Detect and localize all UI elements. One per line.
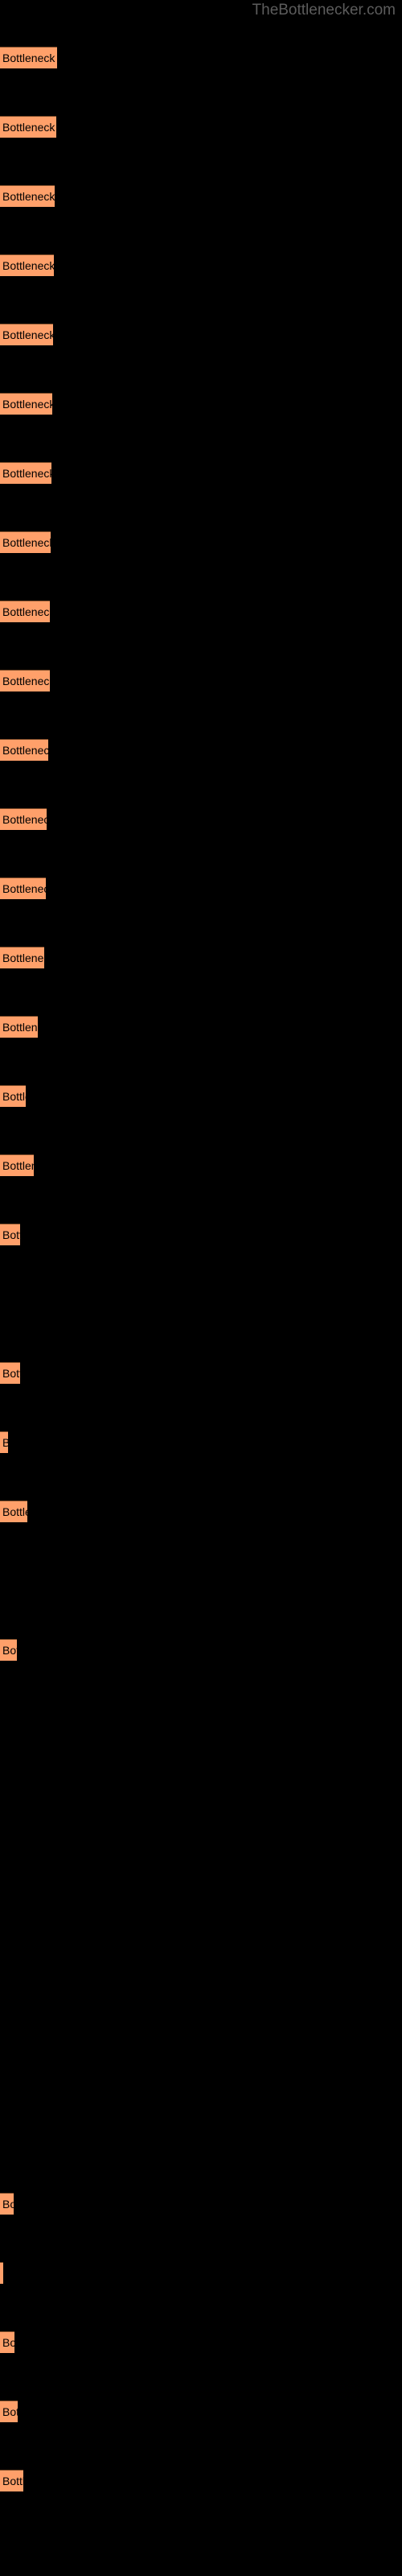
bar-row: Bottleneck result [0, 1154, 34, 1176]
bar-row: Bottleneck result [0, 1431, 8, 1453]
bar-label: Bottleneck result [2, 398, 52, 411]
bar-row: Bottleneck result [0, 670, 50, 691]
bar-segment: Bottleneck result [0, 116, 56, 138]
bar-segment: Bottleneck result [0, 2193, 14, 2215]
bar-segment: Bottleneck result [0, 1085, 26, 1107]
bar-row: Bottleneck result [0, 2401, 18, 2422]
bar-segment: Bottleneck result [0, 324, 53, 345]
bar-row: Bottleneck result [0, 2470, 23, 2491]
bar-label: Bottleneck result [2, 605, 50, 618]
bar-label: Bottleneck result [2, 1432, 8, 1453]
bar-label: Bottleneck result [2, 190, 55, 203]
bar-label: Bottleneck result [2, 1021, 38, 1034]
bar-label: Bottleneck result [2, 675, 50, 687]
bar-row: Bottleneck result [0, 1016, 38, 1038]
bottleneck-bar-chart: TheBottlenecker.com Bottleneck resultBot… [0, 0, 402, 2576]
bar-label: Bottleneck result [2, 1367, 20, 1380]
bar-row: Bottleneck result [0, 531, 51, 553]
bar-row: Bottleneck result [0, 1639, 17, 1661]
bar-row: Bottleneck result [0, 2331, 14, 2353]
bar-segment: Bottleneck result [0, 2331, 14, 2353]
bar-row: Bottleneck result [0, 947, 44, 968]
bar-segment: Bottleneck result [0, 47, 57, 68]
bar-row: Bottleneck result [0, 393, 52, 415]
bar-row: Bottleneck result [0, 2262, 3, 2284]
bar-row: Bottleneck result [0, 1501, 27, 1522]
bar-segment: Bottleneck result [0, 808, 47, 830]
bar-row: Bottleneck result [0, 2193, 14, 2215]
bar-label: Bottleneck result [2, 1090, 26, 1103]
bar-row: Bottleneck result [0, 739, 48, 761]
bar-segment: Bottleneck result [0, 1154, 34, 1176]
bar-segment: Bottleneck result [0, 1501, 27, 1522]
bar-segment: Bottleneck result [0, 462, 51, 484]
bar-row: Bottleneck result [0, 47, 57, 68]
bar-row: Bottleneck result [0, 254, 54, 276]
bar-segment: Bottleneck result [0, 947, 44, 968]
bar-segment: Bottleneck result [0, 1362, 20, 1384]
bar-row: Bottleneck result [0, 116, 56, 138]
bar-label: Bottleneck result [2, 536, 51, 549]
bar-row: Bottleneck result [0, 324, 53, 345]
bar-segment: Bottleneck result [0, 739, 48, 761]
bar-label: Bottleneck result [2, 882, 46, 895]
bar-segment: Bottleneck result [0, 1016, 38, 1038]
bar-label: Bottleneck result [2, 1505, 27, 1518]
bar-row: Bottleneck result [0, 601, 50, 622]
bars-container: Bottleneck result Bottleneck result Bottle… [0, 0, 402, 2576]
bar-row: Bottleneck result [0, 808, 47, 830]
bar-segment: Bottleneck result [0, 670, 50, 691]
bar-segment: Bottleneck result [0, 254, 54, 276]
bar-row: Bottleneck result [0, 1362, 20, 1384]
bar-segment: Bottleneck result [0, 1639, 17, 1661]
bar-label: Bottleneck result [2, 813, 47, 826]
bar-row: Bottleneck result [0, 185, 55, 207]
bar-segment: Bottleneck result [0, 877, 46, 899]
bar-segment: Bottleneck result [0, 393, 52, 415]
bar-segment: Bottleneck result [0, 2470, 23, 2491]
bar-label: Bottleneck result [2, 2263, 3, 2284]
bar-segment: Bottleneck result [0, 601, 50, 622]
bar-label: Bottleneck result [2, 52, 57, 64]
bar-segment: Bottleneck result [0, 2262, 3, 2284]
bar-label: Bottleneck result [2, 2198, 14, 2211]
bar-segment: Bottleneck result [0, 1224, 20, 1245]
bar-row: Bottleneck result [0, 462, 51, 484]
bar-label: Bottleneck result [2, 328, 53, 341]
bar-row: Bottleneck result [0, 1224, 20, 1245]
bar-row: Bottleneck result [0, 1085, 26, 1107]
bar-row: Bottleneck result [0, 877, 46, 899]
bar-label: Bottleneck result [2, 744, 48, 757]
bar-label: Bottleneck result [2, 2336, 14, 2349]
bar-label: Bottleneck result [2, 2475, 23, 2487]
bar-label: Bottleneck result [2, 1644, 17, 1657]
bar-segment: Bottleneck result [0, 185, 55, 207]
bar-label: Bottleneck result [2, 952, 44, 964]
bar-label: Bottleneck result [2, 467, 51, 480]
bar-label: Bottleneck result [2, 121, 56, 134]
bar-label: Bottleneck result [2, 1159, 34, 1172]
bar-label: Bottleneck result [2, 259, 54, 272]
bar-segment: Bottleneck result [0, 531, 51, 553]
bar-label: Bottleneck result [2, 1228, 20, 1241]
bar-segment: Bottleneck result [0, 2401, 18, 2422]
bar-segment: Bottleneck result [0, 1431, 8, 1453]
bar-label: Bottleneck result [2, 2405, 18, 2418]
